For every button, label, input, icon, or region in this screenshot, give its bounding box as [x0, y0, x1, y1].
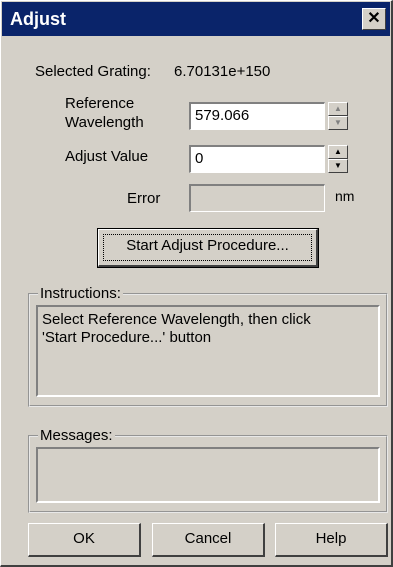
adjust-dialog: Adjust ✕ Selected Grating: 6.70131e+150 …: [0, 0, 393, 567]
cancel-button[interactable]: Cancel: [152, 523, 265, 557]
instructions-text-line1: Select Reference Wavelength, then click: [42, 311, 311, 328]
close-icon[interactable]: ✕: [362, 8, 386, 30]
focus-rect: [103, 234, 312, 261]
spin-down-icon[interactable]: ▼: [328, 159, 348, 173]
spin-down-icon[interactable]: ▼: [328, 116, 348, 130]
adjust-value-input[interactable]: 0: [189, 145, 325, 173]
selected-grating-label: Selected Grating:: [35, 63, 151, 80]
reference-wavelength-spinner[interactable]: ▲ ▼: [328, 102, 348, 130]
messages-box: [36, 447, 380, 503]
title-bar[interactable]: Adjust ✕: [2, 2, 390, 36]
reference-wavelength-input[interactable]: 579.066: [189, 102, 325, 130]
reference-wavelength-label-line2: Wavelength: [65, 114, 144, 131]
adjust-value-label: Adjust Value: [65, 148, 149, 165]
messages-title: Messages:: [38, 427, 115, 444]
spin-up-icon[interactable]: ▲: [328, 145, 348, 159]
reference-wavelength-label-line1: Reference: [65, 95, 135, 112]
error-unit: nm: [335, 188, 355, 204]
error-field: [189, 184, 325, 212]
spin-up-icon[interactable]: ▲: [328, 102, 348, 116]
window-title: Adjust: [10, 9, 66, 29]
selected-grating-value: 6.70131e+150: [174, 63, 271, 80]
ok-button[interactable]: OK: [28, 523, 141, 557]
instructions-group: Instructions: Select Reference Wavelengt…: [28, 285, 388, 407]
instructions-title: Instructions:: [38, 285, 123, 302]
instructions-text-line2: 'Start Procedure...' button: [42, 329, 212, 346]
start-adjust-button[interactable]: Start Adjust Procedure...: [97, 228, 319, 268]
messages-group: Messages:: [28, 427, 388, 513]
error-label: Error: [127, 190, 161, 207]
adjust-value-spinner[interactable]: ▲ ▼: [328, 145, 348, 173]
instructions-box: Select Reference Wavelength, then click …: [36, 305, 380, 397]
help-button[interactable]: Help: [275, 523, 388, 557]
